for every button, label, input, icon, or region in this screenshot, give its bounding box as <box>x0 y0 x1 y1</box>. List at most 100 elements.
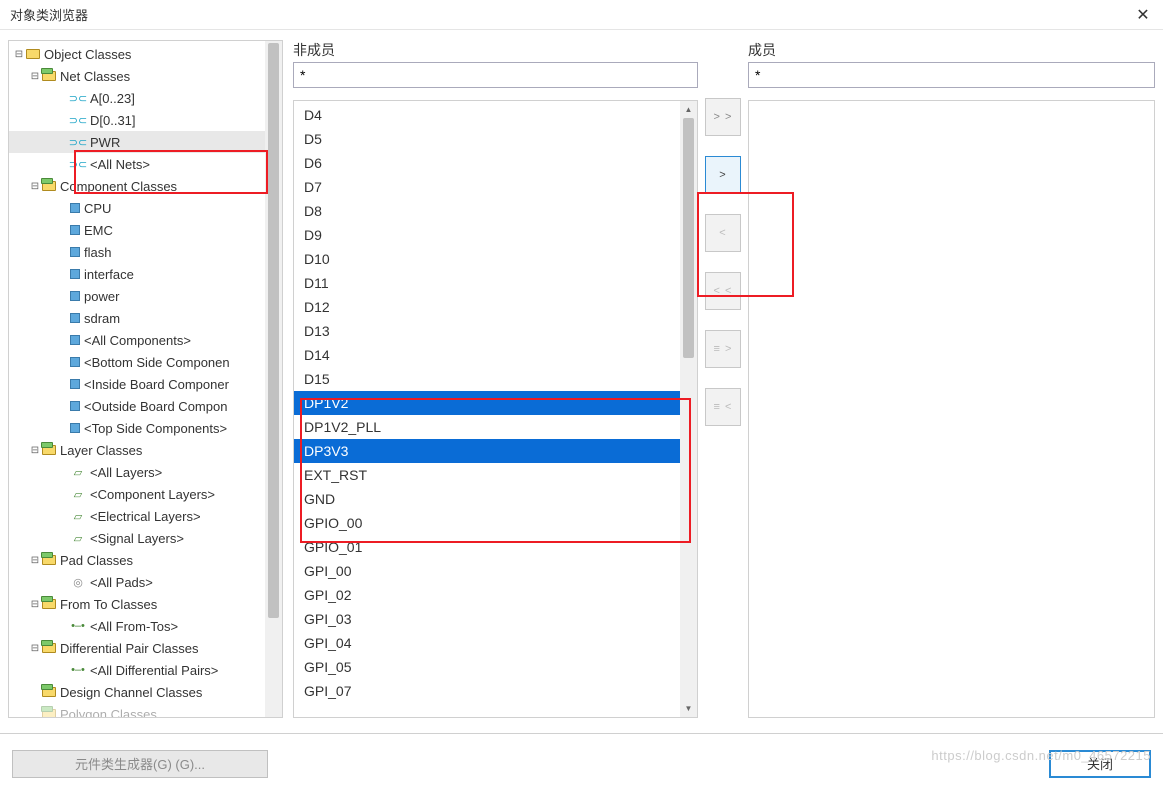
folder-icon <box>42 687 56 697</box>
scrollbar-thumb[interactable] <box>268 43 279 618</box>
object-classes-tree[interactable]: ⊟ Object Classes ⊟ Net Classes ·⊃⊂A[0..2… <box>8 40 283 718</box>
nonmember-title: 非成员 <box>293 40 698 60</box>
move-all-left-button[interactable]: < < <box>705 272 741 310</box>
list-item[interactable]: D15 <box>294 367 680 391</box>
list-item[interactable]: GPI_03 <box>294 607 680 631</box>
component-icon <box>70 379 80 389</box>
tree-item[interactable]: ·•–•<All Differential Pairs> <box>9 659 265 681</box>
list-item[interactable]: GND <box>294 487 680 511</box>
list-item[interactable]: D10 <box>294 247 680 271</box>
list-item[interactable]: GPI_05 <box>294 655 680 679</box>
close-button[interactable]: 关闭 <box>1049 750 1151 778</box>
move-all-right-button[interactable]: > > <box>705 98 741 136</box>
tree-label: Layer Classes <box>59 443 142 458</box>
tree-item-pwr[interactable]: ·⊃⊂PWR <box>9 131 265 153</box>
tree-item[interactable]: ·EMC <box>9 219 265 241</box>
collapse-icon[interactable]: ⊟ <box>13 49 25 60</box>
layer-icon: ▱ <box>70 530 86 546</box>
tree-label: Component Classes <box>59 179 177 194</box>
collapse-icon[interactable]: ⊟ <box>29 181 41 192</box>
tree-item[interactable]: ·<All Components> <box>9 329 265 351</box>
scroll-up-icon[interactable]: ▲ <box>680 101 697 118</box>
list-item[interactable]: DP1V2 <box>294 391 680 415</box>
tree-diffpair-classes[interactable]: ⊟ Differential Pair Classes <box>9 637 265 659</box>
collapse-icon[interactable]: ⊟ <box>29 71 41 82</box>
list-item[interactable]: GPI_04 <box>294 631 680 655</box>
list-item[interactable]: GPIO_01 <box>294 535 680 559</box>
list-item[interactable]: D4 <box>294 103 680 127</box>
list-item[interactable]: D14 <box>294 343 680 367</box>
tree-label: Net Classes <box>59 69 130 84</box>
special-left-button[interactable]: ≡ < <box>705 388 741 426</box>
nonmember-list[interactable]: D4D5D6D7D8D9D10D11D12D13D14D15DP1V2DP1V2… <box>293 100 698 718</box>
tree-item[interactable]: ·⊃⊂<All Nets> <box>9 153 265 175</box>
list-item[interactable]: D13 <box>294 319 680 343</box>
tree-label: Differential Pair Classes <box>59 641 198 656</box>
member-list[interactable] <box>748 100 1155 718</box>
collapse-icon[interactable]: ⊟ <box>29 643 41 654</box>
tree-item[interactable]: ·flash <box>9 241 265 263</box>
tree-item[interactable]: ·◎<All Pads> <box>9 571 265 593</box>
tree-item[interactable]: ·▱<Electrical Layers> <box>9 505 265 527</box>
list-item[interactable]: GPI_07 <box>294 679 680 703</box>
list-item[interactable]: GPI_02 <box>294 583 680 607</box>
tree-component-classes[interactable]: ⊟ Component Classes <box>9 175 265 197</box>
list-item[interactable]: EXT_RST <box>294 463 680 487</box>
tree-item[interactable]: ·interface <box>9 263 265 285</box>
component-icon <box>70 225 80 235</box>
list-item[interactable]: GPI_00 <box>294 559 680 583</box>
tree-designchannel-classes[interactable]: · Design Channel Classes <box>9 681 265 703</box>
list-item[interactable]: D11 <box>294 271 680 295</box>
tree-root[interactable]: ⊟ Object Classes <box>9 43 265 65</box>
tree-scrollbar[interactable] <box>265 41 282 717</box>
list-item[interactable]: D12 <box>294 295 680 319</box>
collapse-icon[interactable]: ⊟ <box>29 445 41 456</box>
component-icon <box>70 401 80 411</box>
tree-item[interactable]: ·•–•<All From-Tos> <box>9 615 265 637</box>
scroll-down-icon[interactable]: ▼ <box>680 700 697 717</box>
tree-item[interactable]: ·▱<Component Layers> <box>9 483 265 505</box>
close-icon[interactable]: ✕ <box>1133 5 1153 25</box>
list-item[interactable]: D9 <box>294 223 680 247</box>
tree-item[interactable]: ·<Top Side Components> <box>9 417 265 439</box>
tree-item[interactable]: ·<Outside Board Compon <box>9 395 265 417</box>
tree-item[interactable]: ·<Inside Board Componer <box>9 373 265 395</box>
collapse-icon[interactable]: ⊟ <box>29 599 41 610</box>
tree-item[interactable]: ·<Bottom Side Componen <box>9 351 265 373</box>
tree-item[interactable]: ·CPU <box>9 197 265 219</box>
tree-pad-classes[interactable]: ⊟ Pad Classes <box>9 549 265 571</box>
tree-net-classes[interactable]: ⊟ Net Classes <box>9 65 265 87</box>
list-item[interactable]: D6 <box>294 151 680 175</box>
member-filter-input[interactable] <box>748 62 1155 88</box>
list-item[interactable]: D8 <box>294 199 680 223</box>
tree-item[interactable]: ·⊃⊂D[0..31] <box>9 109 265 131</box>
tree-label: sdram <box>83 311 120 326</box>
list-item[interactable]: DP1V2_PLL <box>294 415 680 439</box>
list-item[interactable]: D5 <box>294 127 680 151</box>
list-item[interactable]: DP3V3 <box>294 439 680 463</box>
tree-item[interactable]: ·▱<All Layers> <box>9 461 265 483</box>
tree-label: <All Pads> <box>89 575 153 590</box>
net-icon: ⊃⊂ <box>70 156 86 172</box>
tree-label: interface <box>83 267 134 282</box>
component-icon <box>70 203 80 213</box>
nonmember-filter-input[interactable] <box>293 62 698 88</box>
list-scrollbar[interactable]: ▲ ▼ <box>680 101 697 717</box>
collapse-icon[interactable]: ⊟ <box>29 555 41 566</box>
tree-item[interactable]: ·sdram <box>9 307 265 329</box>
tree-layer-classes[interactable]: ⊟ Layer Classes <box>9 439 265 461</box>
list-item[interactable]: GPIO_00 <box>294 511 680 535</box>
special-right-button[interactable]: ≡ > <box>705 330 741 368</box>
move-left-button[interactable]: < <box>705 214 741 252</box>
list-item[interactable]: D7 <box>294 175 680 199</box>
tree-fromto-classes[interactable]: ⊟ From To Classes <box>9 593 265 615</box>
scrollbar-thumb[interactable] <box>683 118 694 358</box>
pad-icon: ◎ <box>70 574 86 590</box>
tree-polygon-classes[interactable]: · Polygon Classes <box>9 703 265 717</box>
tree-item[interactable]: ·power <box>9 285 265 307</box>
tree-label: D[0..31] <box>89 113 136 128</box>
tree-item[interactable]: ·▱<Signal Layers> <box>9 527 265 549</box>
folder-icon <box>42 599 56 609</box>
tree-item[interactable]: ·⊃⊂A[0..23] <box>9 87 265 109</box>
move-right-button[interactable]: > <box>705 156 741 194</box>
